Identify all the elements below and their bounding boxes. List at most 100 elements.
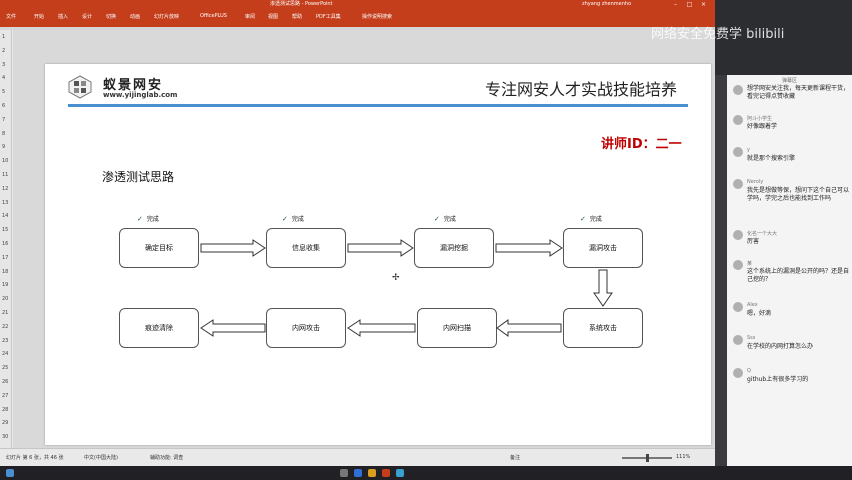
slogan: 专注网安人才实战技能培养 [485,80,678,99]
slide[interactable]: 蚁景网安 www.yijinglab.com 专注网安人才实战技能培养 讲师ID… [45,64,711,445]
arrow-down-icon [593,269,613,307]
comment-user[interactable]: Alex [747,302,758,308]
user-name[interactable]: zhyang zhenmenho [582,0,631,9]
tab-home[interactable]: 开始 [34,13,44,20]
slide-counter: 幻灯片 第 6 张，共 46 张 [6,455,64,461]
ruler-number: 29 [2,420,9,427]
search-tell-me[interactable]: 操作说明搜索 [362,13,392,20]
check-icon: ✓ [580,215,586,223]
ruler-number: 21 [2,310,9,316]
comment-user[interactable]: 某 [747,260,752,267]
ruler-number: 7 [2,116,6,123]
status-bar: 幻灯片 第 6 张，共 46 张 中文(中国大陆) 辅助功能: 调查 备注 11… [0,448,715,466]
lecturer-id: 讲师ID：二一 [601,137,682,152]
minimize-icon[interactable]: – [672,1,679,8]
stage-box[interactable]: 痕迹清除 [119,308,199,348]
start-icon[interactable] [6,469,14,477]
ruler-number: 3 [2,61,6,68]
screen: 渗透测试思路 - PowerPoint zhyang zhenmenho – □… [0,0,852,480]
stage-box[interactable]: 系统攻击 [563,308,643,348]
watermark: 网络安全免费学 bilibili [651,27,785,42]
maximize-icon[interactable]: □ [686,1,693,8]
comment-text: 想学网安关注我，每天更新课程干货，看完记得点赞收藏 [747,85,850,100]
comment-user[interactable]: 阿斗小学生 [747,115,772,122]
close-icon[interactable]: × [700,1,707,8]
done-marker-1: ✓ 完成 [137,214,159,223]
arrow-right-icon [347,239,414,257]
tab-file[interactable]: 文件 [6,13,16,20]
done-marker-3: ✓ 完成 [434,214,456,223]
tab-transitions[interactable]: 切换 [106,13,116,20]
ruler-number: 13 [2,199,9,206]
avatar [733,302,743,312]
ruler-number: 8 [2,130,6,137]
accessibility-status[interactable]: 辅助功能: 调查 [150,454,183,461]
arrow-left-icon [200,319,266,337]
comment-panel-title: 弹幕区 [781,78,797,84]
avatar [733,335,743,345]
done-label: 完成 [291,216,304,223]
stage-box[interactable]: 漏洞攻击 [563,228,643,268]
tab-help[interactable]: 帮助 [292,13,302,20]
comment-item: Sss 在学校的内网打算怎么办 [733,335,850,359]
avatar [733,230,743,240]
comment-user[interactable]: 化名一个大大 [747,230,777,237]
arrow-left-icon [347,319,416,337]
comment-item: 阿斗小学生 好像跟着学 [733,115,850,139]
stage-box[interactable]: 内网扫描 [417,308,497,348]
comment-user[interactable]: y [747,147,750,153]
window-title: 渗透测试思路 - PowerPoint [270,1,333,7]
tab-pdf-tools[interactable]: PDF工具集 [316,13,341,20]
taskbar-app-icon[interactable] [396,469,404,477]
comment-text: 这个系统上的漏洞是公开的吗？还是自己挖的？ [747,268,850,283]
ruler-number: 9 [2,144,6,151]
ruler-number: 22 [2,323,9,330]
stage-box[interactable]: 信息收集 [266,228,346,268]
taskbar-app-icon[interactable] [340,469,348,477]
tab-slideshow[interactable]: 幻灯片放映 [154,13,179,20]
tab-animations[interactable]: 动画 [130,13,140,20]
zoom-slider-handle[interactable] [646,454,649,462]
tab-insert[interactable]: 插入 [58,13,68,20]
ruler-number: 27 [2,392,9,399]
logo-icon [68,75,92,99]
stage-box[interactable]: 确定目标 [119,228,199,268]
comment-text: 嗯，好滴 [747,310,772,317]
notes-button[interactable]: 备注 [510,454,520,461]
ruler-number: 25 [2,365,9,372]
ruler-number: 30 [2,434,9,441]
tab-review[interactable]: 审阅 [245,13,255,20]
comment-text: 我先是想做等保，想问下这个自己可以学吗，学完之后也能找到工作吗 [747,187,850,202]
ribbon-tabs: 文件 开始 插入 设计 切换 动画 幻灯片放映 OfficePLUS 审阅 视图… [0,9,715,27]
language-status[interactable]: 中文(中国大陆) [84,454,118,461]
ruler-number: 11 [2,172,9,178]
check-icon: ✓ [137,215,143,223]
check-icon: ✓ [434,215,440,223]
powerpoint-window: 渗透测试思路 - PowerPoint zhyang zhenmenho – □… [0,0,715,466]
done-label: 完成 [146,216,159,223]
taskbar-app-icon[interactable] [382,469,390,477]
zoom-level[interactable]: 111% [676,454,690,460]
ruler-number: 20 [2,296,9,303]
ruler-number: 19 [2,282,9,289]
comment-user[interactable]: Sss [747,335,755,341]
tab-view[interactable]: 视图 [268,13,278,20]
comment-item: 某 这个系统上的漏洞是公开的吗？还是自己挖的？ [733,260,850,294]
ruler-number: 10 [2,158,9,165]
comment-item: Alex 嗯，好滴 [733,302,850,326]
comment-user[interactable]: Q [747,368,751,374]
vertical-ruler: 1 2 3 4 5 6 7 8 9 10 11 12 13 14 15 16 17 18 19 20 21 22 23 24 2… [0,30,12,448]
ruler-number: 26 [2,379,9,385]
taskbar-app-icon[interactable] [354,469,362,477]
stage-box[interactable]: 漏洞挖掘 [414,228,494,268]
comment-text: 厉害 [747,238,760,245]
comment-user[interactable]: Neroly [747,179,763,185]
tab-officeplus[interactable]: OfficePLUS [200,13,227,19]
arrow-left-icon [496,319,562,337]
taskbar-app-icon[interactable] [368,469,376,477]
tab-design[interactable]: 设计 [82,13,92,20]
stage-box[interactable]: 内网攻击 [266,308,346,348]
avatar [733,115,743,125]
comment-panel: 弹幕区 想学网安关注我，每天更新课程干货，看完记得点赞收藏 阿斗小学生 好像跟着… [727,75,852,466]
ruler-number: 12 [2,185,9,192]
